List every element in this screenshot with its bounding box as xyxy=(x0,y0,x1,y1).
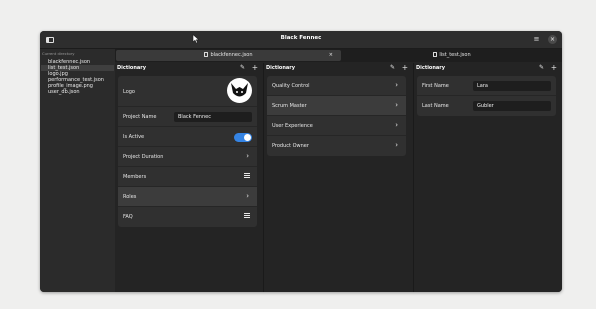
row-scrum-master[interactable]: Scrum Master › xyxy=(267,96,406,116)
app-window: Black Fennec ≡ × Current directory black… xyxy=(40,31,562,292)
sidebar: Current directory blackfennec.json list_… xyxy=(40,49,115,292)
file-item[interactable]: user_db.json xyxy=(41,89,114,95)
tab-close-icon[interactable]: × xyxy=(329,50,333,61)
row-label: First Name xyxy=(422,83,449,89)
row-project-name: Project Name Black Fennec xyxy=(118,107,257,127)
menu-icon[interactable]: ≡ xyxy=(532,35,541,44)
dictionary-panel-person: Dictionary ✎ + First Name Lara Last Name… xyxy=(414,63,562,292)
chevron-right-icon: › xyxy=(395,121,398,129)
is-active-toggle[interactable] xyxy=(234,133,252,142)
row-label: FAQ xyxy=(123,214,133,220)
last-name-field[interactable]: Gubler xyxy=(473,101,551,111)
panel-header: Dictionary ✎ + xyxy=(264,63,413,74)
row-label: Product Owner xyxy=(272,143,309,149)
add-icon[interactable]: + xyxy=(252,63,258,72)
chevron-right-icon: › xyxy=(395,81,398,89)
edit-icon[interactable]: ✎ xyxy=(240,64,245,71)
panel-title: Dictionary xyxy=(117,65,147,71)
row-quality-control[interactable]: Quality Control › xyxy=(267,76,406,96)
row-logo[interactable]: Logo xyxy=(118,76,257,107)
close-icon[interactable]: × xyxy=(548,35,557,44)
row-label: Project Name xyxy=(123,114,157,120)
title-bar: Black Fennec ≡ × xyxy=(40,31,562,49)
row-product-owner[interactable]: Product Owner › xyxy=(267,136,406,156)
row-label: User Experience xyxy=(272,123,313,129)
dictionary-panel-roles: Dictionary ✎ + Quality Control › Scrum M… xyxy=(264,63,414,292)
first-name-field[interactable]: Lara xyxy=(473,81,551,91)
row-label: Members xyxy=(123,174,147,180)
window-title: Black Fennec xyxy=(280,35,322,41)
row-label: Project Duration xyxy=(123,154,164,160)
row-label: Quality Control xyxy=(272,83,310,89)
chevron-right-icon: › xyxy=(395,141,398,149)
tab-blackfennec[interactable]: blackfennec.json × xyxy=(116,50,341,61)
row-project-duration[interactable]: Project Duration › xyxy=(118,147,257,167)
list-icon xyxy=(244,173,250,178)
logo-image xyxy=(227,78,252,103)
row-label: Last Name xyxy=(422,103,449,109)
panel-header: Dictionary ✎ + xyxy=(115,63,263,74)
chevron-right-icon: › xyxy=(395,101,398,109)
add-icon[interactable]: + xyxy=(402,63,408,72)
row-label: Is Active xyxy=(123,134,145,140)
mouse-cursor-icon xyxy=(192,34,200,44)
chevron-right-icon: › xyxy=(246,192,249,200)
tab-label: list_test.json xyxy=(439,52,471,58)
directory-label: Current directory xyxy=(42,51,75,56)
tab-label: blackfennec.json xyxy=(210,52,253,58)
dictionary-panel-project: Dictionary ✎ + Logo Project Name Black F… xyxy=(115,63,264,292)
row-roles[interactable]: Roles › xyxy=(118,187,257,207)
row-label: Logo xyxy=(123,89,135,95)
roles-card: Quality Control › Scrum Master › User Ex… xyxy=(267,76,406,156)
tab-bar: blackfennec.json × list_test.json xyxy=(115,49,562,62)
list-icon xyxy=(244,213,250,218)
tab-list-test[interactable]: list_test.json xyxy=(343,50,561,61)
row-faq[interactable]: FAQ xyxy=(118,207,257,227)
row-label: Roles xyxy=(123,194,137,200)
person-card: First Name Lara Last Name Gubler xyxy=(417,76,556,116)
chevron-right-icon: › xyxy=(246,152,249,160)
project-card-top: Logo Project Name Black Fennec Is Active xyxy=(118,76,257,227)
row-first-name: First Name Lara xyxy=(417,76,556,96)
panel-header: Dictionary ✎ + xyxy=(414,63,562,74)
row-label: Scrum Master xyxy=(272,103,307,109)
row-last-name: Last Name Gubler xyxy=(417,96,556,116)
row-members[interactable]: Members xyxy=(118,167,257,187)
file-list: blackfennec.json list_test.json logo.jpg… xyxy=(41,59,114,95)
panel-title: Dictionary xyxy=(416,65,446,71)
panel-title: Dictionary xyxy=(266,65,296,71)
row-user-experience[interactable]: User Experience › xyxy=(267,116,406,136)
edit-icon[interactable]: ✎ xyxy=(539,64,544,71)
edit-icon[interactable]: ✎ xyxy=(390,64,395,71)
project-name-field[interactable]: Black Fennec xyxy=(174,112,252,122)
document-icon xyxy=(433,52,438,57)
document-icon xyxy=(204,52,209,57)
row-is-active: Is Active xyxy=(118,127,257,147)
add-icon[interactable]: + xyxy=(551,63,557,72)
